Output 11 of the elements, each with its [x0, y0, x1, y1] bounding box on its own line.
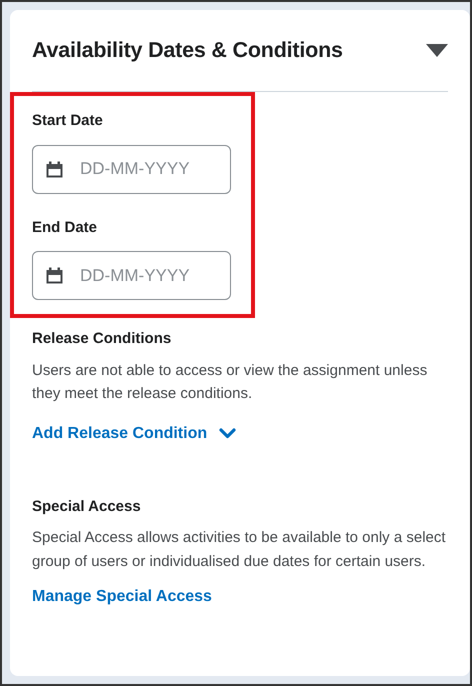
section-title: Availability Dates & Conditions: [32, 38, 343, 64]
date-field[interactable]: DD-MM-YYYY: [32, 144, 231, 194]
field-label: End Date: [32, 218, 98, 238]
add-release-condition-link[interactable]: Add Release Condition: [32, 422, 208, 446]
description-text: Users are not able to access or view the assignment unless they meet the release conditions.: [32, 360, 428, 404]
section-heading: Release Conditions: [32, 329, 172, 349]
section-heading: Special Access: [32, 496, 142, 516]
description-text: Special Access allows activities to be available to only a select group of users or individualised due dates for certain users.: [32, 528, 447, 572]
date-field[interactable]: DD-MM-YYYY: [32, 251, 231, 300]
manage-special-access-link[interactable]: Manage Special Access: [32, 588, 212, 605]
field-label: Start Date: [32, 111, 104, 131]
